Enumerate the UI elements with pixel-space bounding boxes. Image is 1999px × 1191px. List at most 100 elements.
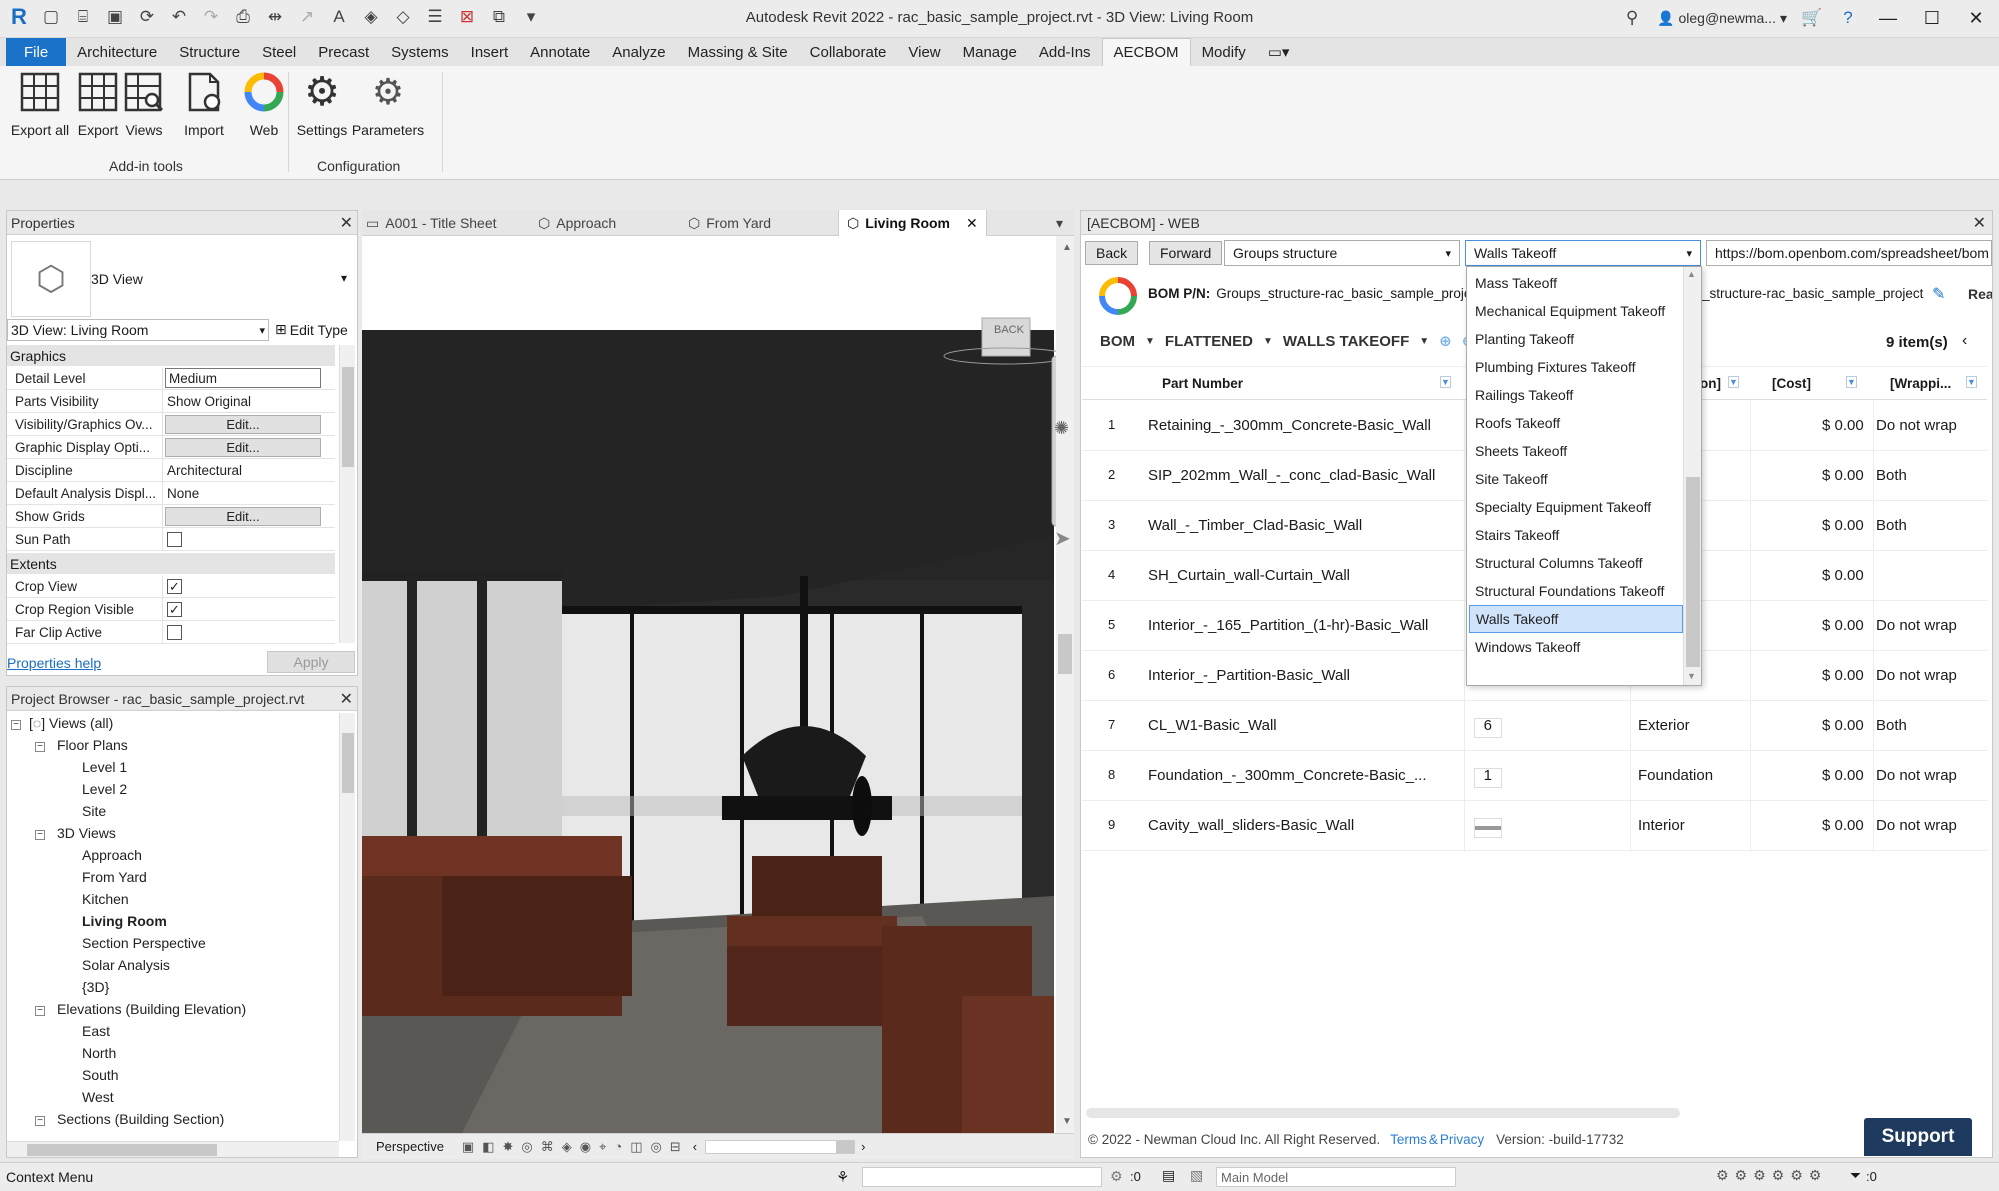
binoculars-icon[interactable]: ⚲ [1621, 7, 1643, 29]
3d-viewport[interactable]: BACK ▲ ▼ ✺ ➤ [362, 236, 1074, 1133]
close-icon[interactable]: ✕ [340, 213, 353, 233]
dropdown-option[interactable]: Plumbing Fixtures Takeoff [1469, 353, 1683, 381]
instance-select[interactable]: 3D View: Living Room ▾ [7, 319, 269, 341]
user-menu[interactable]: 👤 oleg@newma... ▾ [1657, 10, 1787, 27]
dropdown-option[interactable]: Structural Columns Takeoff [1469, 549, 1683, 577]
worksets-icon[interactable]: ⚘ [836, 1168, 849, 1186]
tree-item-approach[interactable]: Approach [82, 847, 142, 863]
tree-item-floor-plans[interactable]: Floor Plans [57, 737, 128, 753]
close-icon[interactable]: ✕ [1973, 213, 1986, 233]
tree-item-sections[interactable]: Sections (Building Section) [57, 1111, 224, 1127]
dropdown-scrollbar[interactable]: ▲ ▼ [1683, 267, 1701, 685]
group-graphics[interactable]: Graphics [7, 345, 335, 366]
terms-link[interactable]: Terms [1390, 1132, 1427, 1147]
menu-collaborate[interactable]: Collaborate [799, 38, 898, 66]
back-button[interactable]: Back [1085, 241, 1139, 265]
editable-only-icon[interactable]: ⚙ [1110, 1168, 1123, 1185]
design-options-icon[interactable]: ▤ [1162, 1167, 1175, 1184]
edit-button[interactable]: Edit... [165, 414, 321, 434]
crumb-bom[interactable]: BOM [1100, 333, 1135, 350]
settings-button[interactable]: ⚙ Settings [290, 70, 354, 152]
tree-item-site[interactable]: Site [82, 803, 106, 819]
tree-item-south[interactable]: South [82, 1067, 119, 1083]
col-cost[interactable]: [Cost] [1772, 370, 1811, 396]
tab-approach[interactable]: ⬡ Approach [538, 210, 616, 236]
dropdown-option[interactable]: Windows Takeoff [1469, 633, 1683, 661]
tree-item-elevations[interactable]: Elevations (Building Elevation) [57, 1001, 246, 1017]
forward-button[interactable]: Forward [1149, 241, 1223, 265]
collapse-icon[interactable]: − [35, 1006, 45, 1016]
menu-systems[interactable]: Systems [380, 38, 460, 66]
chevron-down-icon[interactable]: ▼ [1419, 336, 1429, 347]
edit-type-button[interactable]: ⊞ Edit Type [275, 321, 348, 338]
filter-icon[interactable]: ▼ [1440, 376, 1451, 388]
parameters-button[interactable]: ⚙ Parameters [352, 70, 424, 152]
dropdown-option[interactable]: Planting Takeoff [1469, 325, 1683, 353]
web-button[interactable]: Web [232, 70, 296, 152]
support-button[interactable]: Support [1864, 1118, 1972, 1156]
ribbon-toggle-icon[interactable]: ▭▾ [1257, 38, 1301, 66]
view-control-icons[interactable]: ▣◧✸◎⌘◈◉⌖◔◫◎⊟ [462, 1139, 689, 1155]
selection-option-icons[interactable]: ⚙⚙⚙⚙⚙⚙ [1716, 1167, 1827, 1184]
scroll-down-icon[interactable]: ▼ [1687, 671, 1696, 681]
maximize-button[interactable]: ☐ [1917, 6, 1947, 30]
menu-precast[interactable]: Precast [307, 38, 380, 66]
menu-add-ins[interactable]: Add-Ins [1028, 38, 1102, 66]
col-part-number[interactable]: Part Number [1162, 370, 1243, 396]
menu-massing-site[interactable]: Massing & Site [677, 38, 799, 66]
scroll-thumb[interactable] [27, 1144, 217, 1156]
export-all-button[interactable]: Export all [8, 70, 72, 152]
move-up-icon[interactable]: ⊕ [1439, 332, 1452, 350]
takeoff-select[interactable]: Walls Takeoff ▾ [1465, 240, 1701, 266]
crumb-flattened[interactable]: FLATTENED [1165, 333, 1253, 350]
table-row[interactable]: 8 Foundation_-_300mm_Concrete-Basic_... 1 F… [1082, 751, 1987, 801]
menu-view[interactable]: View [897, 38, 951, 66]
chevron-down-icon[interactable]: ▼ [1145, 336, 1155, 347]
collapse-panel-icon[interactable]: ‹ [1962, 332, 1967, 350]
prop-value[interactable]: None [163, 482, 335, 504]
scroll-thumb[interactable] [342, 367, 354, 467]
type-selector-label[interactable]: 3D View [91, 271, 143, 287]
import-button[interactable]: Import [172, 70, 236, 152]
properties-help-link[interactable]: Properties help [7, 655, 101, 671]
tabs-menu-icon[interactable]: ▾ [1056, 210, 1063, 236]
menu-insert[interactable]: Insert [460, 38, 520, 66]
apply-button[interactable]: Apply [267, 651, 355, 673]
tree-item-kitchen[interactable]: Kitchen [82, 891, 129, 907]
tree-item-level-2[interactable]: Level 2 [82, 781, 127, 797]
browser-hscrollbar[interactable] [7, 1141, 339, 1157]
chevron-down-icon[interactable]: ▼ [1263, 336, 1273, 347]
detail-level-input[interactable]: Medium [163, 367, 335, 389]
tree-item-3d[interactable]: {3D} [82, 979, 109, 995]
menu-architecture[interactable]: Architecture [66, 38, 168, 66]
dropdown-option[interactable]: Mechanical Equipment Takeoff [1469, 297, 1683, 325]
menu-file[interactable]: File [6, 38, 67, 66]
workset-select[interactable] [862, 1167, 1102, 1187]
tree-item-level-1[interactable]: Level 1 [82, 759, 127, 775]
group-extents[interactable]: Extents [7, 553, 335, 574]
dropdown-option[interactable]: Mass Takeoff [1469, 269, 1683, 297]
web-hscrollbar[interactable] [1086, 1108, 1680, 1118]
edit-button[interactable]: Edit... [165, 437, 321, 457]
tree-item-west[interactable]: West [82, 1089, 114, 1105]
cart-icon[interactable]: 🛒 [1801, 7, 1823, 29]
filter-icon[interactable]: ▼ [1966, 376, 1977, 388]
url-field[interactable]: https://bom.openbom.com/spreadsheet/bom [1706, 240, 1992, 266]
tree-item-3d-views[interactable]: 3D Views [57, 825, 116, 841]
tab-a001-title-sheet[interactable]: ▭ A001 - Title Sheet [366, 210, 497, 236]
prop-value[interactable]: Show Original [163, 390, 335, 412]
col-wrapping[interactable]: [Wrappi... [1890, 370, 1951, 396]
dropdown-option[interactable]: Railings Takeoff [1469, 381, 1683, 409]
collapse-icon[interactable]: − [35, 1116, 45, 1126]
view-hscrollbar[interactable] [705, 1139, 856, 1154]
properties-scrollbar[interactable] [339, 345, 355, 643]
tree-item-living-room[interactable]: Living Room [82, 913, 167, 929]
filter-icon[interactable]: ▼ [1728, 376, 1739, 388]
dropdown-option-selected[interactable]: Walls Takeoff [1469, 605, 1683, 633]
menu-modify[interactable]: Modify [1191, 38, 1257, 66]
menu-manage[interactable]: Manage [952, 38, 1028, 66]
menu-annotate[interactable]: Annotate [519, 38, 601, 66]
scroll-up-icon[interactable]: ▲ [1062, 242, 1072, 253]
collapse-icon[interactable]: − [35, 742, 45, 752]
views-button[interactable]: Views [112, 70, 176, 152]
